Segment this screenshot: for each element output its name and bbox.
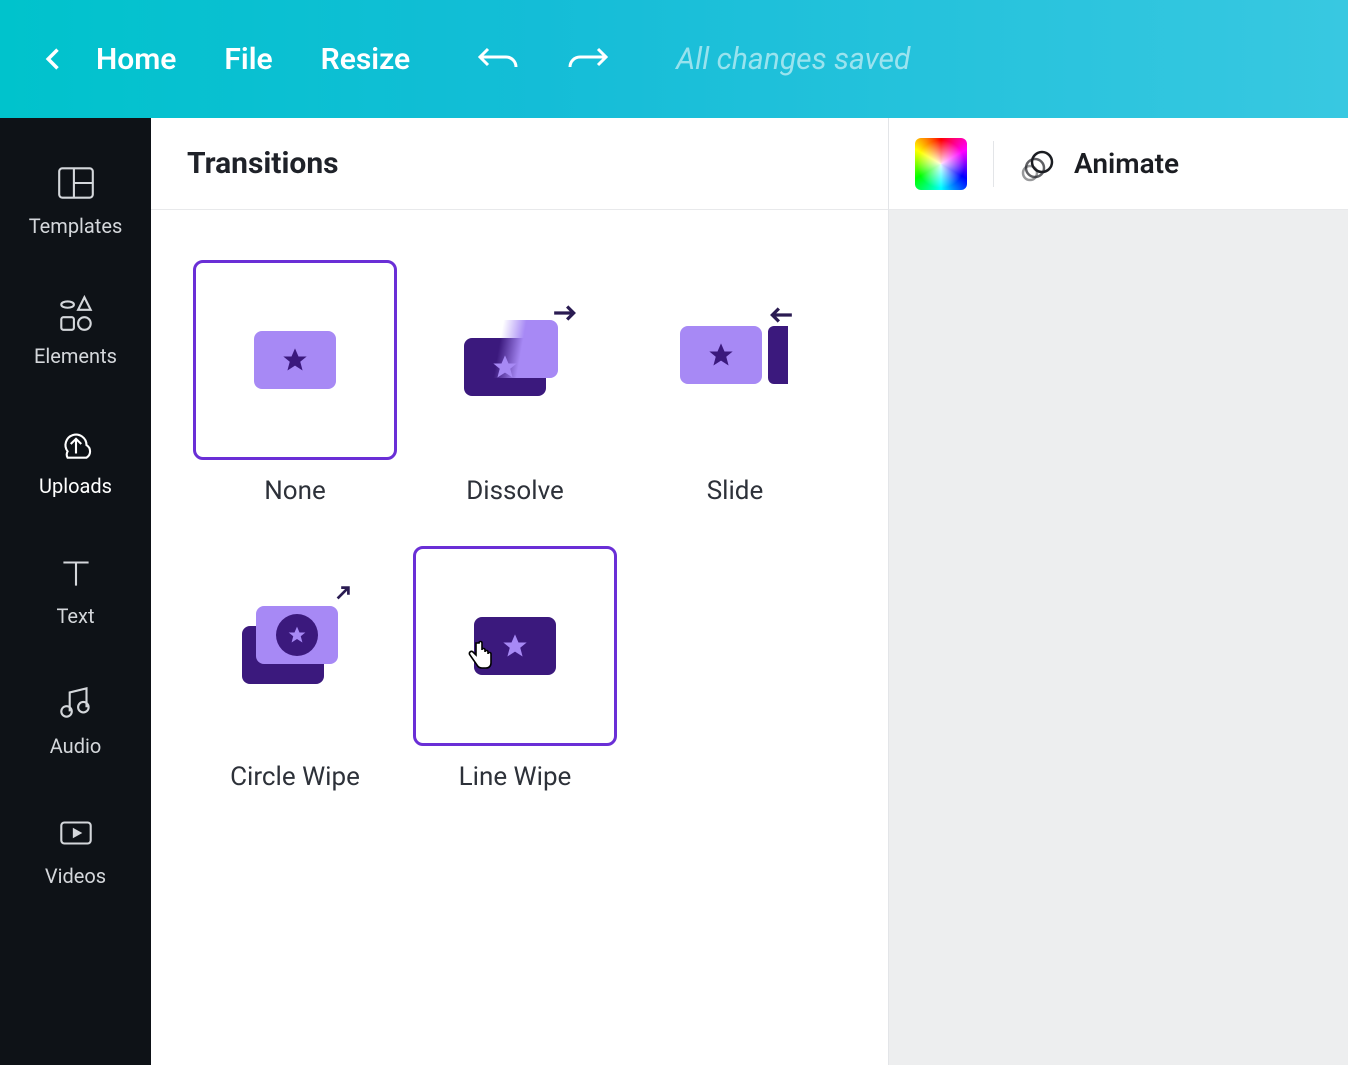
transition-label: None [264, 476, 326, 506]
dissolve-icon [460, 320, 570, 400]
context-toolbar: Animate [889, 118, 1348, 210]
redo-button[interactable] [568, 43, 608, 75]
right-pane: Animate [889, 118, 1348, 1065]
undo-redo-group [478, 43, 608, 75]
panel-header: Transitions [151, 118, 888, 210]
transition-dissolve[interactable]: Dissolve [411, 260, 619, 506]
menu-file[interactable]: File [224, 42, 272, 77]
text-icon [55, 552, 97, 594]
top-bar: Home File Resize All changes saved [0, 0, 1348, 118]
chevron-left-icon [40, 45, 68, 73]
transition-label: Line Wipe [459, 762, 572, 792]
menu-resize[interactable]: Resize [321, 42, 411, 77]
arrow-left-icon [768, 306, 794, 324]
sidebar-item-text[interactable]: Text [0, 528, 151, 658]
color-picker-button[interactable] [915, 138, 967, 190]
undo-icon [478, 43, 518, 71]
sidebar-item-label: Elements [34, 344, 117, 368]
transitions-grid: None Dissolve [151, 210, 888, 842]
transition-tile [413, 546, 617, 746]
none-icon [240, 320, 350, 400]
transition-tile [633, 260, 837, 460]
main-area: Templates Elements Uploads Text Audio Vi… [0, 118, 1348, 1065]
sidebar-item-label: Text [56, 604, 94, 628]
divider [993, 141, 994, 187]
sidebar: Templates Elements Uploads Text Audio Vi… [0, 118, 151, 1065]
videos-icon [55, 812, 97, 854]
transition-tile [413, 260, 617, 460]
sidebar-item-videos[interactable]: Videos [0, 788, 151, 918]
arrow-right-icon [552, 304, 578, 322]
transition-line-wipe[interactable]: Line Wipe [411, 546, 619, 792]
cursor-pointer-icon [464, 639, 496, 675]
sidebar-item-audio[interactable]: Audio [0, 658, 151, 788]
sidebar-item-uploads[interactable]: Uploads [0, 398, 151, 528]
sidebar-item-label: Templates [29, 214, 123, 238]
sidebar-item-label: Uploads [39, 474, 112, 498]
transition-circle-wipe[interactable]: Circle Wipe [191, 546, 399, 792]
audio-icon [55, 682, 97, 724]
sidebar-item-label: Videos [45, 864, 106, 888]
animate-label: Animate [1074, 147, 1179, 180]
elements-icon [55, 292, 97, 334]
sidebar-item-label: Audio [50, 734, 102, 758]
back-button[interactable] [40, 45, 68, 73]
transition-tile [193, 260, 397, 460]
transition-label: Dissolve [466, 476, 564, 506]
transition-none[interactable]: None [191, 260, 399, 506]
transition-slide[interactable]: Slide [631, 260, 839, 506]
uploads-icon [55, 422, 97, 464]
save-status: All changes saved [676, 42, 910, 77]
menu-home[interactable]: Home [96, 42, 176, 77]
sidebar-item-templates[interactable]: Templates [0, 138, 151, 268]
animate-button[interactable]: Animate [1020, 146, 1179, 182]
transition-tile [193, 546, 397, 746]
slide-icon [680, 320, 790, 400]
undo-button[interactable] [478, 43, 518, 75]
circle-wipe-icon [240, 606, 350, 686]
transitions-panel: Transitions None [151, 118, 889, 1065]
transition-label: Slide [707, 476, 764, 506]
panel-title: Transitions [187, 146, 339, 181]
sidebar-item-elements[interactable]: Elements [0, 268, 151, 398]
animate-icon [1020, 146, 1056, 182]
templates-icon [55, 162, 97, 204]
arrow-diagonal-icon [330, 584, 356, 602]
redo-icon [568, 43, 608, 71]
transition-label: Circle Wipe [230, 762, 360, 792]
